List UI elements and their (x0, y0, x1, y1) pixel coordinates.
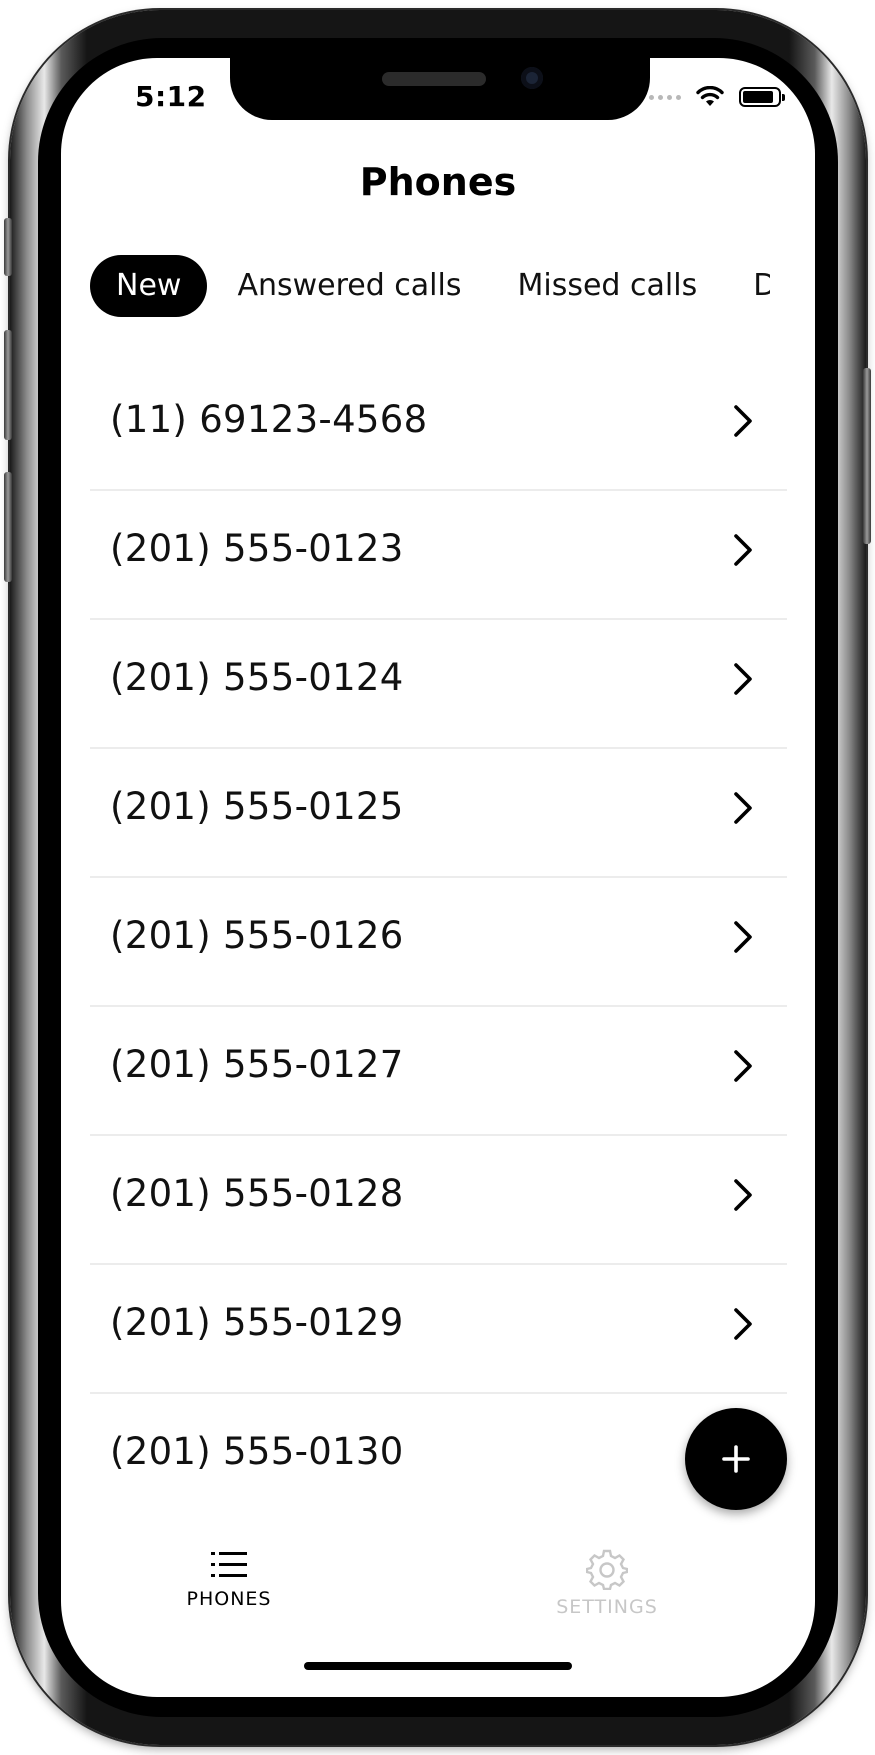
plus-icon (722, 1445, 750, 1473)
chevron-right-icon (734, 663, 752, 695)
tab-bar-settings-label: SETTINGS (556, 1596, 658, 1618)
chevron-right-icon (734, 1050, 752, 1082)
home-indicator (304, 1662, 572, 1670)
phone-row[interactable]: (201) 555-0128 (90, 1136, 787, 1265)
cellular-signal-icon (649, 94, 681, 100)
chevron-right-icon (734, 1179, 752, 1211)
phone-number: (201) 555-0123 (110, 527, 404, 570)
status-icons (649, 86, 785, 108)
volume-up-button (4, 330, 12, 440)
phone-list: (11) 69123-4568 (201) 555-0123 (201) 555… (90, 362, 787, 1523)
tab-do[interactable]: Do (727, 255, 770, 317)
tab-new[interactable]: New (90, 255, 208, 317)
page-title: Phones (359, 160, 517, 204)
screen: 5:12 Phones New Answered calls Missed call… (61, 58, 815, 1697)
chevron-right-icon (734, 534, 752, 566)
phone-row[interactable]: (201) 555-0123 (90, 491, 787, 620)
phone-number: (11) 69123-4568 (110, 398, 428, 441)
front-camera (521, 67, 543, 89)
chevron-right-icon (734, 921, 752, 953)
phone-number: (201) 555-0130 (110, 1430, 404, 1473)
power-button (863, 368, 871, 544)
tab-missed-calls[interactable]: Missed calls (492, 255, 724, 317)
phone-row[interactable]: (201) 555-0124 (90, 620, 787, 749)
tab-bar-settings[interactable]: SETTINGS (497, 1538, 717, 1638)
phone-row[interactable]: (201) 555-0127 (90, 1007, 787, 1136)
status-time: 5:12 (135, 80, 207, 113)
phone-number: (201) 555-0127 (110, 1043, 404, 1086)
phone-row[interactable]: (201) 555-0129 (90, 1265, 787, 1394)
phone-number: (201) 555-0129 (110, 1301, 404, 1344)
phone-number: (201) 555-0126 (110, 914, 404, 957)
silent-switch (4, 218, 12, 276)
phone-number: (201) 555-0124 (110, 656, 404, 699)
notch (230, 58, 650, 120)
tab-bar-phones-label: PHONES (186, 1588, 272, 1610)
battery-icon (739, 87, 785, 107)
phone-row[interactable]: (201) 555-0130 (90, 1394, 787, 1523)
tab-bar-phones[interactable]: PHONES (119, 1538, 339, 1638)
gear-icon (586, 1549, 628, 1590)
volume-down-button (4, 472, 12, 582)
tab-answered-calls[interactable]: Answered calls (211, 255, 487, 317)
add-phone-button[interactable] (685, 1408, 787, 1510)
chevron-right-icon (734, 405, 752, 437)
phone-number: (201) 555-0125 (110, 785, 404, 828)
wifi-icon (696, 86, 724, 106)
filter-tabs: NewAnswered callsMissed callsDo (90, 255, 770, 317)
bottom-tab-bar: PHONES SETTINGS (61, 1538, 815, 1648)
phone-row[interactable]: (201) 555-0126 (90, 878, 787, 1007)
chevron-right-icon (734, 792, 752, 824)
phone-row[interactable]: (11) 69123-4568 (90, 362, 787, 491)
speaker-grille (382, 72, 486, 86)
list-icon (211, 1552, 247, 1577)
phone-number: (201) 555-0128 (110, 1172, 404, 1215)
chevron-right-icon (734, 1308, 752, 1340)
phone-row[interactable]: (201) 555-0125 (90, 749, 787, 878)
